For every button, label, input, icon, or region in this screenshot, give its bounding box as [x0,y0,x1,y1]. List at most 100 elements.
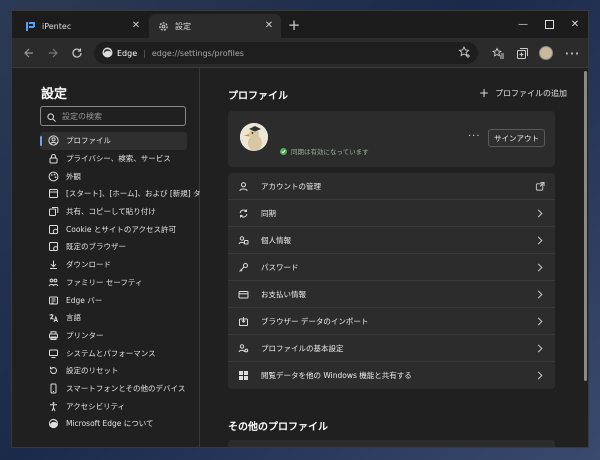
address-toolbar: Edge | edge://settings/profiles ··· [12,38,588,68]
row-label: 閲覧データを他の Windows 機能と共有する [261,371,412,380]
sidebar-item[interactable]: ダウンロード [40,256,187,274]
tab-strip: iPentec ✕ 設定 ✕ + — ✕ [12,11,588,38]
sidebar-item[interactable]: 設定のリセット [40,362,187,380]
settings-row[interactable]: ブラウザー データのインポート [228,308,555,335]
start-home-icon [48,188,59,199]
tab-ipentec[interactable]: iPentec ✕ [16,14,148,38]
add-profile-button[interactable]: + プロファイルの追加 [479,86,567,100]
sidebar-item[interactable]: プリンター [40,327,187,345]
forward-arrow-icon[interactable] [44,44,62,62]
settings-nav: プロファイルプライバシー、検索、サービス 外観 [スタート]、[ホーム]、および [… [40,132,208,433]
url-text: edge://settings/profiles [151,48,244,58]
sidebar-item[interactable]: プライバシー、検索、サービス [40,150,187,168]
account-icon [238,181,249,192]
sidebar-item-label: 既定のブラウザー [66,242,126,252]
settings-row[interactable]: 閲覧データを他の Windows 機能と共有する [228,362,555,389]
sidebar-item[interactable]: Microsoft Edge について [40,415,187,433]
plus-icon: + [479,86,490,100]
sidebar-item[interactable]: Cookie とサイトのアクセス許可 [40,220,187,238]
settings-row[interactable]: アカウントの管理 [228,173,555,200]
row-label: 同期 [261,208,276,218]
avatar-icon [539,46,553,60]
collections-icon[interactable] [514,45,530,61]
sidebar-item[interactable]: ファミリー セーフティ [40,274,187,292]
gear-icon [157,20,169,32]
settings-row[interactable]: お支払い情報 [228,281,555,308]
sidebar-item-label: 外観 [66,171,81,181]
profile-settings-list: アカウントの管理 同期個人情報パスワード お支払い情報ブラウザー データのインポート… [228,173,555,389]
sidebar-item-label: プライバシー、検索、サービス [66,154,171,164]
sidebar-item[interactable]: 言語 [40,309,187,327]
sidebar-item[interactable]: 外観 [40,167,187,185]
sign-out-button[interactable]: サインアウト [488,129,545,147]
address-bar[interactable]: Edge | edge://settings/profiles [94,42,478,64]
search-icon [47,107,56,126]
edge-bar-icon [48,295,59,306]
sidebar-item-label: プロファイル [66,136,111,146]
back-arrow-icon[interactable] [20,44,38,62]
sidebar-item-label: Microsoft Edge について [66,419,154,429]
site-name: Edge [117,48,138,58]
check-icon [280,147,287,155]
settings-row[interactable]: 個人情報 [228,227,555,254]
refresh-icon[interactable] [68,44,86,62]
card-icon [238,289,249,300]
profiles-panel: プロファイル + プロファイルの追加 同期は有効になっています ··· サインア… [201,68,583,447]
tab-label: iPentec [42,21,72,31]
sidebar-item[interactable]: プロファイル [40,132,187,150]
add-favorite-icon[interactable] [458,45,472,60]
settings-row[interactable]: プロファイルの基本設定 [228,335,555,362]
settings-search[interactable] [40,106,186,126]
chevron-right-icon [535,289,545,299]
favorites-icon[interactable] [490,45,506,61]
sidebar-item[interactable]: システムとパフォーマンス [40,344,187,362]
download-icon [48,259,59,270]
page-title: プロファイル [228,91,288,102]
sidebar-item[interactable]: 既定のブラウザー [40,238,187,256]
user-avatar[interactable] [538,45,554,61]
chevron-right-icon [535,316,545,326]
personal-info-icon [238,235,249,246]
sidebar-title: 設定 [41,87,68,102]
new-tab-button[interactable]: + [284,15,304,35]
sidebar-item[interactable]: スマートフォンとその他のデバイス [40,380,187,398]
tab-label: 設定 [175,21,191,31]
printer-icon [48,330,59,341]
close-icon[interactable]: ✕ [130,20,142,32]
edge-logo-icon [102,47,113,60]
row-label: ブラウザー データのインポート [261,316,369,326]
scrollbar[interactable] [584,71,587,381]
profile-icon [48,135,59,146]
phone-icon [48,383,59,394]
more-menu-icon[interactable]: ··· [564,44,580,63]
tab-settings[interactable]: 設定 ✕ [149,14,281,38]
sidebar-item-label: システムとパフォーマンス [66,348,156,358]
search-input[interactable] [62,111,172,121]
cookie-icon [48,224,59,235]
sidebar-item[interactable]: アクセシビリティ [40,397,187,415]
sidebar-item-label: プリンター [66,330,104,340]
settings-row[interactable]: 同期 [228,200,555,227]
sidebar-item-label: [スタート]、[ホーム]、および [新規] タブ [66,189,209,199]
sidebar-item-label: Cookie とサイトのアクセス許可 [66,224,176,234]
chevron-right-icon [535,262,545,272]
row-label: プロファイルの基本設定 [261,343,344,353]
close-icon[interactable]: ✕ [263,20,275,32]
row-label: アカウントの管理 [261,181,321,191]
more-options-button[interactable]: ··· [468,131,481,142]
key-icon [238,262,249,273]
default-browser-icon [48,241,59,252]
row-label: 個人情報 [261,235,291,245]
import-icon [238,316,249,327]
chevron-right-icon [535,208,545,218]
edge-logo-icon [48,418,59,429]
sidebar-item[interactable]: 共有、コピーして貼り付け [40,203,187,221]
language-icon [48,312,59,323]
sync-status: 同期は有効になっています [280,146,369,156]
settings-row[interactable]: パスワード [228,254,555,281]
window-close-icon[interactable]: ✕ [560,11,588,38]
chevron-right-icon [535,235,545,245]
profile-card: 同期は有効になっています ··· サインアウト [228,111,555,167]
sidebar-item[interactable]: [スタート]、[ホーム]、および [新規] タブ [40,185,208,203]
sidebar-item[interactable]: Edge バー [40,291,187,309]
